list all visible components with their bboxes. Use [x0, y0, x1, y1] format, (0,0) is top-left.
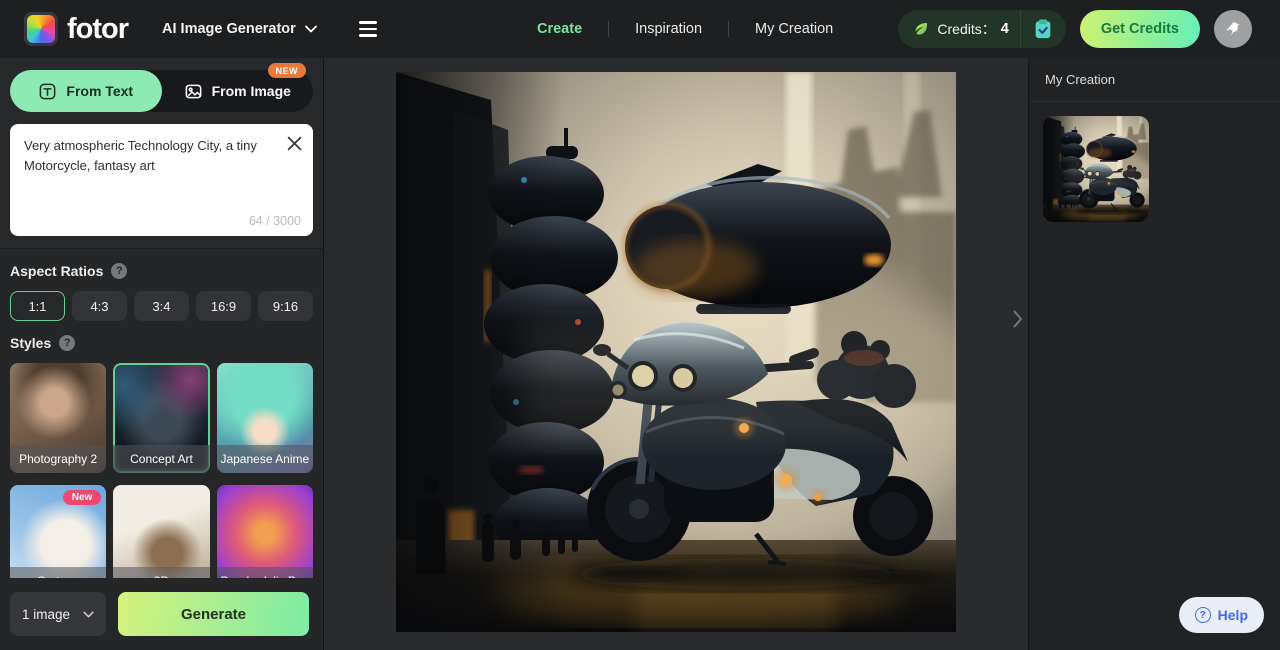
help-label: Help: [1217, 607, 1248, 623]
user-avatar[interactable]: [1214, 10, 1252, 48]
generated-artwork-svg: [1043, 116, 1149, 222]
mode-tabs: From Text From Image NEW: [10, 63, 313, 112]
sidebar-scroll-area[interactable]: From Text From Image NEW Very atmospheri…: [0, 58, 323, 578]
character-counter: 64 / 3000: [248, 214, 301, 228]
generated-artwork-svg: [396, 72, 956, 632]
styles-grid: Photography 2 Concept Art Japanese Anime…: [10, 363, 313, 578]
my-creation-panel: My Creation ? Help: [1028, 58, 1280, 650]
my-creation-header: My Creation: [1029, 58, 1280, 102]
main-layout: From Text From Image NEW Very atmospheri…: [0, 58, 1280, 650]
fotor-logo-icon: [24, 12, 58, 46]
creation-thumbnail[interactable]: [1043, 116, 1149, 222]
prompt-section: From Text From Image NEW Very atmospheri…: [0, 58, 323, 249]
brand-name: fotor: [67, 12, 129, 45]
tab-from-text-label: From Text: [66, 83, 134, 99]
ratio-9-16[interactable]: 9:16: [258, 291, 313, 321]
navbar-right: Credits： 4 Get Credits: [898, 10, 1252, 48]
styles-help-icon[interactable]: ?: [59, 335, 76, 351]
credits-separator: [1019, 10, 1021, 48]
fotor-app: fotor AI Image Generator Create Inspirat…: [0, 0, 1280, 650]
generate-button[interactable]: Generate: [118, 592, 309, 636]
nav-menu: Create Inspiration My Creation: [537, 0, 833, 58]
hamburger-menu-icon[interactable]: [355, 17, 381, 40]
nav-item-inspiration[interactable]: Inspiration: [635, 21, 702, 37]
nav-separator: [608, 21, 610, 37]
ratio-16-9[interactable]: 16:9: [196, 291, 251, 321]
prompt-input[interactable]: Very atmospheric Technology City, a tiny…: [10, 124, 313, 204]
tool-selector-label: AI Image Generator: [162, 21, 296, 37]
style-psychedelic-pop[interactable]: Psychedelic Pop: [216, 485, 313, 578]
styles-section: Styles ? Photography 2 Concept Art Japan…: [0, 321, 323, 578]
credits-pill[interactable]: Credits： 4: [898, 10, 1066, 48]
result-canvas: [324, 58, 1028, 650]
new-badge: NEW: [267, 63, 306, 78]
bird-icon: [1226, 22, 1240, 36]
ratio-1-1[interactable]: 1:1: [10, 291, 65, 321]
tab-from-text[interactable]: From Text: [10, 70, 162, 112]
chevron-down-icon: [83, 611, 94, 617]
style-3d[interactable]: 3D: [113, 485, 210, 578]
aspect-ratios-title: Aspect Ratios: [10, 263, 104, 279]
credits-label: Credits：: [937, 21, 996, 37]
clear-prompt-icon[interactable]: [284, 133, 304, 153]
get-credits-button[interactable]: Get Credits: [1079, 10, 1200, 48]
tab-from-image-label: From Image: [211, 83, 291, 99]
credits-value: 4: [1000, 21, 1009, 37]
generator-sidebar: From Text From Image NEW Very atmospheri…: [0, 58, 324, 650]
generated-image[interactable]: [396, 72, 956, 632]
ratio-options: 1:1 4:3 3:4 16:9 9:16: [10, 291, 313, 321]
image-count-value: 1 image: [22, 606, 71, 622]
style-photography-2[interactable]: Photography 2: [10, 363, 107, 473]
style-new-badge: New: [62, 490, 102, 505]
collapse-panel-chevron-icon[interactable]: [1013, 310, 1023, 328]
ratio-4-3[interactable]: 4:3: [72, 291, 127, 321]
nav-item-create[interactable]: Create: [537, 21, 582, 37]
style-concept-art[interactable]: Concept Art: [113, 363, 210, 473]
generate-bar: 1 image Generate: [0, 578, 323, 650]
help-question-icon: ?: [1194, 607, 1211, 623]
chevron-down-icon: [304, 25, 317, 33]
aspect-ratios-help-icon[interactable]: ?: [111, 263, 128, 279]
image-count-select[interactable]: 1 image: [10, 592, 106, 636]
daily-checkin-clipboard-icon[interactable]: [1032, 18, 1054, 40]
nav-separator: [728, 21, 730, 37]
fotor-logo[interactable]: fotor: [24, 12, 129, 46]
aspect-ratio-section: Aspect Ratios ? 1:1 4:3 3:4 16:9 9:16: [0, 249, 323, 321]
tool-selector-dropdown[interactable]: AI Image Generator: [162, 21, 317, 37]
navbar: fotor AI Image Generator Create Inspirat…: [0, 0, 1280, 58]
image-icon: [185, 84, 201, 98]
text-icon: [40, 83, 56, 99]
style-cartoon[interactable]: New Cartoon: [10, 485, 107, 578]
help-button[interactable]: ? Help: [1178, 597, 1264, 633]
prompt-box: Very atmospheric Technology City, a tiny…: [10, 124, 313, 236]
ratio-3-4[interactable]: 3:4: [134, 291, 189, 321]
leaf-icon: [915, 23, 928, 35]
nav-item-my-creation[interactable]: My Creation: [755, 21, 833, 37]
my-creation-title: My Creation: [1045, 72, 1116, 87]
styles-title: Styles: [10, 335, 52, 351]
style-japanese-anime[interactable]: Japanese Anime: [216, 363, 313, 473]
